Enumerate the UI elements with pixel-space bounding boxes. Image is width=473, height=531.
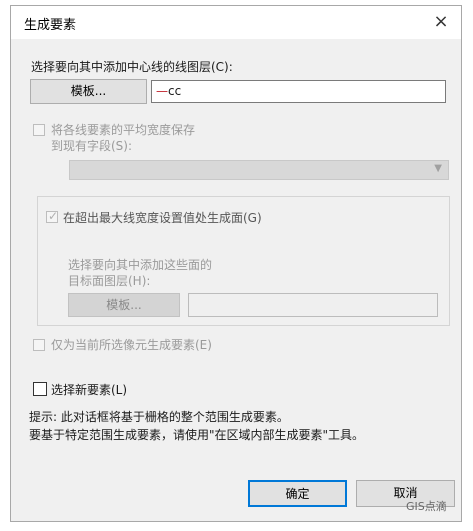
line-layer-value: cc [168,84,182,98]
layer-symbol: — [156,84,168,98]
save-width-checkbox[interactable] [33,124,45,136]
generate-polygon-checkbox[interactable]: ✓ [46,209,59,223]
target-polygon-label-line2: 目标面图层(H): [68,274,151,288]
watermark-text: GIS点滴 [406,500,447,513]
ok-button[interactable]: 确定 [248,480,347,507]
save-width-label-line1: 将各线要素的平均宽度保存 [51,123,196,137]
selected-only-checkbox[interactable] [33,339,45,351]
hint-line1: 提示: 此对话框将基于栅格的整个范围生成要素。 [29,410,289,424]
generate-polygon-label: 在超出最大线宽度设置值处生成面(G) [63,211,262,225]
title-bar: 生成要素 × [11,6,461,39]
close-icon[interactable]: × [429,10,453,34]
check-icon: ✓ [48,209,59,223]
save-width-label-line2: 到现有字段(S): [51,139,133,153]
width-field-select[interactable]: ▼ [69,160,449,180]
line-template-button[interactable]: 模板... [30,79,147,104]
select-new-label: 选择新要素(L) [51,383,128,397]
target-polygon-label-line1: 选择要向其中添加这些面的 [68,258,213,272]
selected-only-label: 仅为当前所选像元生成要素(E) [51,338,212,352]
chevron-down-icon: ▼ [434,163,442,174]
select-new-checkbox[interactable] [33,382,47,396]
generate-features-dialog: 生成要素 × 选择要向其中添加中心线的线图层(C): 模板... —cc 将各线… [10,5,462,522]
hint-line2: 要基于特定范围生成要素，请使用"在区域内部生成要素"工具。 [29,428,365,442]
polygon-template-button[interactable]: 模板... [68,293,180,317]
line-layer-label: 选择要向其中添加中心线的线图层(C): [31,60,233,74]
line-layer-field[interactable]: —cc [151,80,446,103]
polygon-layer-field[interactable] [188,293,438,317]
dialog-title: 生成要素 [24,18,77,33]
